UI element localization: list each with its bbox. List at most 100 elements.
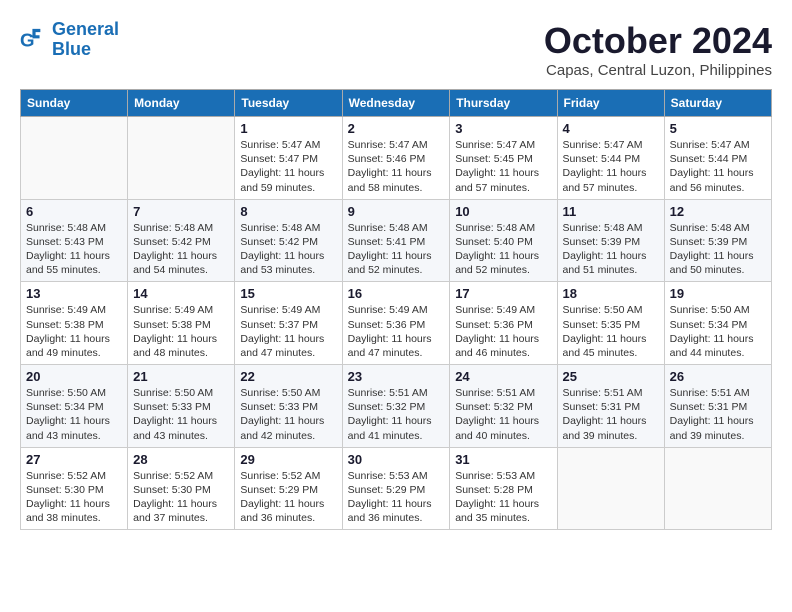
- cell-sun-info: Sunrise: 5:52 AM Sunset: 5:30 PM Dayligh…: [133, 469, 229, 526]
- cell-sun-info: Sunrise: 5:48 AM Sunset: 5:41 PM Dayligh…: [348, 221, 445, 278]
- logo-icon: G: [20, 26, 48, 54]
- cell-sun-info: Sunrise: 5:53 AM Sunset: 5:29 PM Dayligh…: [348, 469, 445, 526]
- day-number: 10: [455, 204, 551, 219]
- day-number: 12: [670, 204, 766, 219]
- calendar-cell: 29 Sunrise: 5:52 AM Sunset: 5:29 PM Dayli…: [235, 447, 342, 530]
- svg-text:G: G: [20, 29, 35, 50]
- calendar-cell: 18 Sunrise: 5:50 AM Sunset: 5:35 PM Dayli…: [557, 282, 664, 365]
- calendar-cell: [664, 447, 771, 530]
- cell-sun-info: Sunrise: 5:50 AM Sunset: 5:35 PM Dayligh…: [563, 303, 659, 360]
- cell-sun-info: Sunrise: 5:50 AM Sunset: 5:33 PM Dayligh…: [133, 386, 229, 443]
- day-number: 5: [670, 121, 766, 136]
- day-number: 11: [563, 204, 659, 219]
- calendar-cell: [21, 117, 128, 200]
- calendar-cell: 22Sunrise: 5:50 AM Sunset: 5:33 PM Dayli…: [235, 365, 342, 448]
- calendar-cell: 26 Sunrise: 5:51 AM Sunset: 5:31 PM Dayli…: [664, 365, 771, 448]
- day-number: 16: [348, 286, 445, 301]
- calendar-cell: 21 Sunrise: 5:50 AM Sunset: 5:33 PM Dayli…: [128, 365, 235, 448]
- day-number: 7: [133, 204, 229, 219]
- weekday-header-tuesday: Tuesday: [235, 90, 342, 117]
- cell-sun-info: Sunrise: 5:50 AM Sunset: 5:33 PM Dayligh…: [240, 386, 336, 443]
- day-number: 26: [670, 369, 766, 384]
- day-number: 28: [133, 452, 229, 467]
- day-number: 2: [348, 121, 445, 136]
- cell-sun-info: Sunrise: 5:49 AM Sunset: 5:38 PM Dayligh…: [26, 303, 122, 360]
- day-number: 21: [133, 369, 229, 384]
- week-row-3: 13 Sunrise: 5:49 AM Sunset: 5:38 PM Dayli…: [21, 282, 772, 365]
- cell-sun-info: Sunrise: 5:47 AM Sunset: 5:47 PM Dayligh…: [240, 138, 336, 195]
- calendar-cell: 14Sunrise: 5:49 AM Sunset: 5:38 PM Dayli…: [128, 282, 235, 365]
- calendar-cell: 12 Sunrise: 5:48 AM Sunset: 5:39 PM Dayli…: [664, 199, 771, 282]
- day-number: 6: [26, 204, 122, 219]
- calendar-cell: 31Sunrise: 5:53 AM Sunset: 5:28 PM Dayli…: [450, 447, 557, 530]
- cell-sun-info: Sunrise: 5:52 AM Sunset: 5:29 PM Dayligh…: [240, 469, 336, 526]
- calendar-cell: 27 Sunrise: 5:52 AM Sunset: 5:30 PM Dayli…: [21, 447, 128, 530]
- day-number: 18: [563, 286, 659, 301]
- calendar-cell: 20 Sunrise: 5:50 AM Sunset: 5:34 PM Dayli…: [21, 365, 128, 448]
- cell-sun-info: Sunrise: 5:49 AM Sunset: 5:37 PM Dayligh…: [240, 303, 336, 360]
- cell-sun-info: Sunrise: 5:50 AM Sunset: 5:34 PM Dayligh…: [670, 303, 766, 360]
- cell-sun-info: Sunrise: 5:48 AM Sunset: 5:39 PM Dayligh…: [670, 221, 766, 278]
- day-number: 3: [455, 121, 551, 136]
- location: Capas, Central Luzon, Philippines: [544, 62, 772, 79]
- day-number: 24: [455, 369, 551, 384]
- month-title: October 2024: [544, 20, 772, 62]
- cell-sun-info: Sunrise: 5:48 AM Sunset: 5:42 PM Dayligh…: [133, 221, 229, 278]
- cell-sun-info: Sunrise: 5:49 AM Sunset: 5:36 PM Dayligh…: [348, 303, 445, 360]
- day-number: 30: [348, 452, 445, 467]
- day-number: 14: [133, 286, 229, 301]
- day-number: 31: [455, 452, 551, 467]
- logo-text: GeneralBlue: [52, 20, 119, 60]
- week-row-1: 1Sunrise: 5:47 AM Sunset: 5:47 PM Daylig…: [21, 117, 772, 200]
- calendar-cell: 1Sunrise: 5:47 AM Sunset: 5:47 PM Daylig…: [235, 117, 342, 200]
- cell-sun-info: Sunrise: 5:51 AM Sunset: 5:32 PM Dayligh…: [455, 386, 551, 443]
- day-number: 9: [348, 204, 445, 219]
- calendar-cell: 24 Sunrise: 5:51 AM Sunset: 5:32 PM Dayli…: [450, 365, 557, 448]
- cell-sun-info: Sunrise: 5:50 AM Sunset: 5:34 PM Dayligh…: [26, 386, 122, 443]
- calendar-cell: 4Sunrise: 5:47 AM Sunset: 5:44 PM Daylig…: [557, 117, 664, 200]
- logo: G GeneralBlue: [20, 20, 119, 60]
- cell-sun-info: Sunrise: 5:52 AM Sunset: 5:30 PM Dayligh…: [26, 469, 122, 526]
- week-row-5: 27 Sunrise: 5:52 AM Sunset: 5:30 PM Dayli…: [21, 447, 772, 530]
- day-number: 20: [26, 369, 122, 384]
- day-number: 29: [240, 452, 336, 467]
- day-number: 15: [240, 286, 336, 301]
- calendar-cell: [557, 447, 664, 530]
- cell-sun-info: Sunrise: 5:47 AM Sunset: 5:44 PM Dayligh…: [563, 138, 659, 195]
- cell-sun-info: Sunrise: 5:49 AM Sunset: 5:36 PM Dayligh…: [455, 303, 551, 360]
- weekday-header-row: SundayMondayTuesdayWednesdayThursdayFrid…: [21, 90, 772, 117]
- cell-sun-info: Sunrise: 5:48 AM Sunset: 5:40 PM Dayligh…: [455, 221, 551, 278]
- weekday-header-saturday: Saturday: [664, 90, 771, 117]
- weekday-header-monday: Monday: [128, 90, 235, 117]
- day-number: 27: [26, 452, 122, 467]
- week-row-4: 20 Sunrise: 5:50 AM Sunset: 5:34 PM Dayli…: [21, 365, 772, 448]
- calendar-cell: 15 Sunrise: 5:49 AM Sunset: 5:37 PM Dayli…: [235, 282, 342, 365]
- calendar-cell: 11 Sunrise: 5:48 AM Sunset: 5:39 PM Dayli…: [557, 199, 664, 282]
- calendar-cell: [128, 117, 235, 200]
- day-number: 13: [26, 286, 122, 301]
- calendar-cell: 7 Sunrise: 5:48 AM Sunset: 5:42 PM Daylig…: [128, 199, 235, 282]
- title-block: October 2024 Capas, Central Luzon, Phili…: [544, 20, 772, 79]
- page-header: G GeneralBlue October 2024 Capas, Centra…: [20, 20, 772, 79]
- cell-sun-info: Sunrise: 5:47 AM Sunset: 5:44 PM Dayligh…: [670, 138, 766, 195]
- calendar-cell: 2 Sunrise: 5:47 AM Sunset: 5:46 PM Daylig…: [342, 117, 450, 200]
- calendar-cell: 13 Sunrise: 5:49 AM Sunset: 5:38 PM Dayli…: [21, 282, 128, 365]
- day-number: 8: [240, 204, 336, 219]
- calendar-cell: 25Sunrise: 5:51 AM Sunset: 5:31 PM Dayli…: [557, 365, 664, 448]
- calendar-cell: 9 Sunrise: 5:48 AM Sunset: 5:41 PM Daylig…: [342, 199, 450, 282]
- cell-sun-info: Sunrise: 5:51 AM Sunset: 5:31 PM Dayligh…: [670, 386, 766, 443]
- cell-sun-info: Sunrise: 5:48 AM Sunset: 5:39 PM Dayligh…: [563, 221, 659, 278]
- day-number: 17: [455, 286, 551, 301]
- cell-sun-info: Sunrise: 5:47 AM Sunset: 5:46 PM Dayligh…: [348, 138, 445, 195]
- cell-sun-info: Sunrise: 5:51 AM Sunset: 5:32 PM Dayligh…: [348, 386, 445, 443]
- calendar-cell: 6 Sunrise: 5:48 AM Sunset: 5:43 PM Daylig…: [21, 199, 128, 282]
- calendar-table: SundayMondayTuesdayWednesdayThursdayFrid…: [20, 89, 772, 530]
- calendar-cell: 10 Sunrise: 5:48 AM Sunset: 5:40 PM Dayli…: [450, 199, 557, 282]
- day-number: 19: [670, 286, 766, 301]
- calendar-cell: 5 Sunrise: 5:47 AM Sunset: 5:44 PM Daylig…: [664, 117, 771, 200]
- day-number: 23: [348, 369, 445, 384]
- week-row-2: 6 Sunrise: 5:48 AM Sunset: 5:43 PM Daylig…: [21, 199, 772, 282]
- weekday-header-friday: Friday: [557, 90, 664, 117]
- cell-sun-info: Sunrise: 5:48 AM Sunset: 5:43 PM Dayligh…: [26, 221, 122, 278]
- calendar-cell: 16 Sunrise: 5:49 AM Sunset: 5:36 PM Dayli…: [342, 282, 450, 365]
